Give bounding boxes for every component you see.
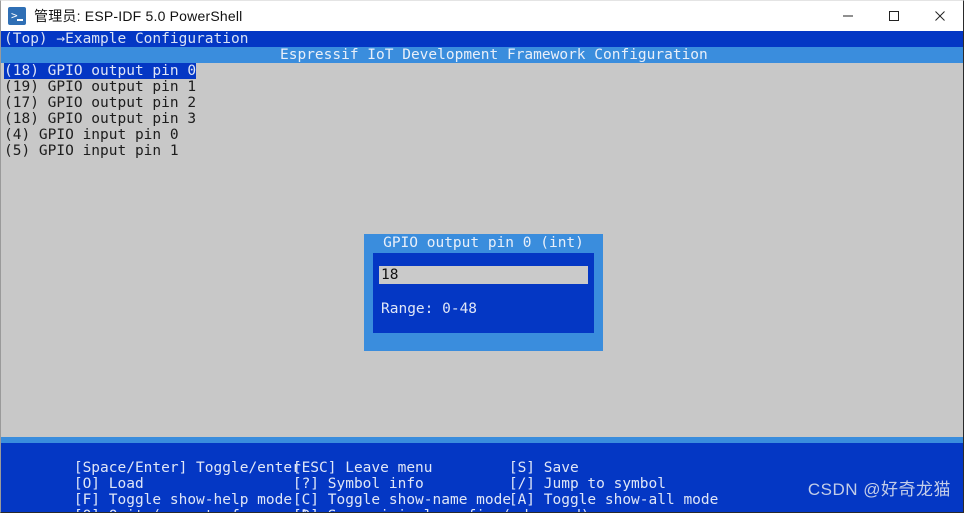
menu-item-label: (17) GPIO output pin 2 (4, 95, 197, 111)
minimize-button[interactable] (825, 1, 871, 31)
window-controls (825, 1, 963, 31)
value-entry-dialog: GPIO output pin 0 (int) Range: 0-48 (364, 234, 603, 351)
range-hint: Range: 0-48 (381, 301, 478, 317)
menu-item-label: (5) GPIO input pin 1 (4, 143, 179, 159)
menu-item-gpio-input-pin-1[interactable]: (5) GPIO input pin 1 (1, 143, 963, 159)
value-input[interactable] (379, 266, 588, 284)
menu-item-gpio-output-pin-0[interactable]: (18) GPIO output pin 0 (1, 63, 963, 79)
menu-item-gpio-input-pin-0[interactable]: (4) GPIO input pin 0 (1, 127, 963, 143)
key-hint-row: [Space/Enter] Toggle/enter[ESC] Leave me… (1, 444, 963, 476)
app-title: Espressif IoT Development Framework Conf… (280, 47, 708, 63)
menu-item-label: (18) GPIO output pin 3 (4, 111, 197, 127)
terminal-screen: (Top) →Example Configuration Espressif I… (1, 31, 963, 512)
powershell-icon (8, 7, 26, 25)
powershell-window: 管理员: ESP-IDF 5.0 PowerShell (Top) → (0, 0, 964, 513)
dialog-body: Range: 0-48 (373, 253, 594, 333)
key-hint-save-minimal: [D] Save minimal config (advanced) (293, 508, 590, 512)
footer-separator (1, 437, 963, 443)
menu-item-gpio-output-pin-3[interactable]: (18) GPIO output pin 3 (1, 111, 963, 127)
window-titlebar[interactable]: 管理员: ESP-IDF 5.0 PowerShell (1, 1, 963, 31)
close-button[interactable] (917, 1, 963, 31)
watermark: CSDN @好奇龙猫 (807, 480, 951, 499)
key-hint-quit: [Q] Quit (prompts for save) (71, 508, 310, 512)
menu-item-label: (4) GPIO input pin 0 (4, 127, 179, 143)
window-title: 管理员: ESP-IDF 5.0 PowerShell (34, 8, 243, 24)
menu-item-label: (18) GPIO output pin 0 (4, 63, 197, 79)
dialog-title: GPIO output pin 0 (int) (383, 235, 584, 251)
app-title-bar: Espressif IoT Development Framework Conf… (1, 47, 963, 63)
menu-item-gpio-output-pin-1[interactable]: (19) GPIO output pin 1 (1, 79, 963, 95)
maximize-button[interactable] (871, 1, 917, 31)
config-menu-list: (18) GPIO output pin 0 (19) GPIO output … (1, 63, 963, 159)
key-hints-footer: [Space/Enter] Toggle/enter[ESC] Leave me… (1, 437, 963, 512)
menu-item-label: (19) GPIO output pin 1 (4, 79, 197, 95)
menu-item-gpio-output-pin-2[interactable]: (17) GPIO output pin 2 (1, 95, 963, 111)
breadcrumb: (Top) →Example Configuration (1, 31, 963, 47)
key-hint-row: [O] Load [?] Symbol info [/] Jump to symbo… (1, 460, 963, 492)
